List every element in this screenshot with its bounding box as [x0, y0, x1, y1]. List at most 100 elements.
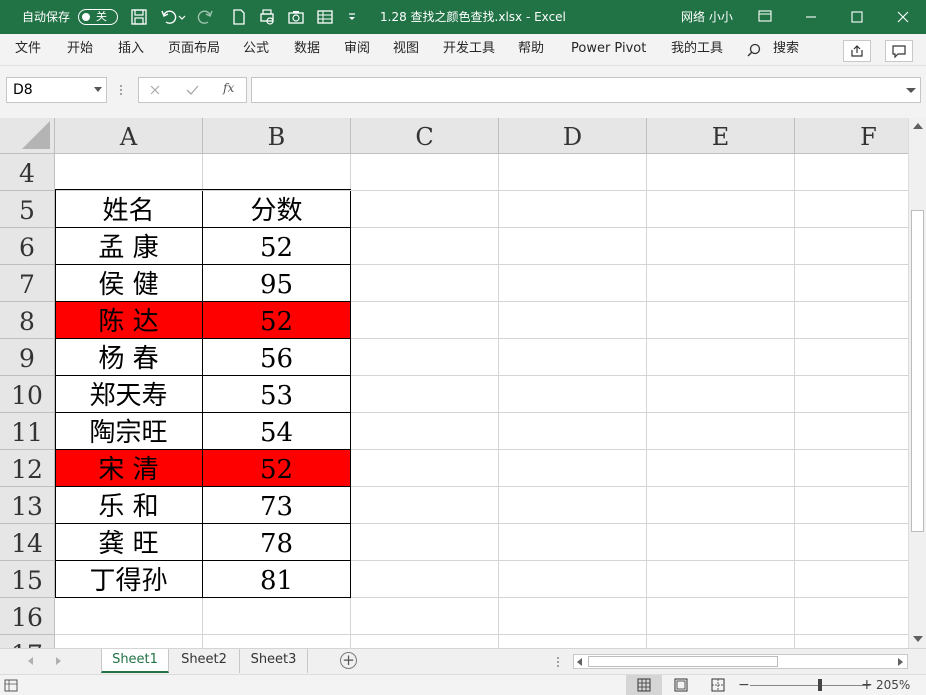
cell-d5[interactable] — [499, 191, 647, 228]
cell-c13[interactable] — [351, 487, 499, 524]
cell-e15[interactable] — [647, 561, 795, 598]
sheet-tab-sheet3[interactable]: Sheet3 — [240, 649, 308, 673]
cell-d13[interactable] — [499, 487, 647, 524]
cell-d10[interactable] — [499, 376, 647, 413]
tab-file[interactable]: 文件 — [15, 34, 41, 65]
tab-view[interactable]: 视图 — [393, 34, 419, 65]
cell-e12[interactable] — [647, 450, 795, 487]
cell-c10[interactable] — [351, 376, 499, 413]
cell-b11[interactable]: 54 — [203, 413, 351, 450]
cell-c5[interactable] — [351, 191, 499, 228]
cell-b14[interactable]: 78 — [203, 524, 351, 561]
row-header[interactable]: 10 — [0, 376, 55, 413]
cell-b5[interactable]: 分数 — [203, 191, 351, 228]
user-name[interactable]: 网络 小小 — [681, 0, 733, 34]
scroll-thumb[interactable] — [911, 210, 924, 532]
cell-d17[interactable] — [499, 635, 647, 648]
tab-my-tools[interactable]: 我的工具 — [671, 34, 723, 65]
cell-f12[interactable] — [795, 450, 908, 487]
close-icon[interactable] — [880, 0, 926, 34]
cell-b9[interactable]: 56 — [203, 339, 351, 376]
prev-sheet-icon[interactable] — [28, 657, 33, 665]
row-header[interactable]: 15 — [0, 561, 55, 598]
row-header[interactable]: 7 — [0, 265, 55, 302]
cell-a8[interactable]: 陈 达 — [55, 302, 203, 339]
autosave-toggle[interactable]: 关 — [78, 9, 118, 25]
scroll-right-icon[interactable] — [898, 658, 903, 666]
share-button[interactable] — [843, 40, 871, 62]
minimize-icon[interactable] — [788, 0, 834, 34]
tab-formulas[interactable]: 公式 — [243, 34, 269, 65]
cell-f13[interactable] — [795, 487, 908, 524]
cell-f11[interactable] — [795, 413, 908, 450]
cell-d15[interactable] — [499, 561, 647, 598]
cell-f7[interactable] — [795, 265, 908, 302]
cell-c12[interactable] — [351, 450, 499, 487]
cell-b7[interactable]: 95 — [203, 265, 351, 302]
cell-a7[interactable]: 侯 健 — [55, 265, 203, 302]
cell-f8[interactable] — [795, 302, 908, 339]
cell-a5[interactable]: 姓名 — [55, 191, 203, 228]
cell-d8[interactable] — [499, 302, 647, 339]
redo-icon[interactable] — [196, 8, 214, 26]
insert-function-button[interactable]: fx — [223, 81, 234, 95]
expand-formula-icon[interactable] — [906, 88, 916, 93]
scroll-down-icon[interactable] — [913, 636, 923, 642]
cell-b13[interactable]: 73 — [203, 487, 351, 524]
cell-c4[interactable] — [351, 154, 499, 191]
cell-a15[interactable]: 丁得孙 — [55, 561, 203, 598]
cell-f6[interactable] — [795, 228, 908, 265]
tab-developer[interactable]: 开发工具 — [443, 34, 495, 65]
row-header[interactable]: 4 — [0, 154, 55, 191]
comments-button[interactable] — [885, 40, 913, 62]
cell-d11[interactable] — [499, 413, 647, 450]
row-header[interactable]: 6 — [0, 228, 55, 265]
cell-b4[interactable] — [203, 154, 351, 191]
camera-icon[interactable] — [287, 8, 305, 26]
row-header[interactable]: 16 — [0, 598, 55, 635]
cell-c11[interactable] — [351, 413, 499, 450]
zoom-level[interactable]: 205% — [876, 675, 910, 695]
cell-e16[interactable] — [647, 598, 795, 635]
chevron-down-icon[interactable] — [94, 87, 102, 92]
horizontal-scroll-thumb[interactable] — [588, 656, 778, 667]
cell-e10[interactable] — [647, 376, 795, 413]
drag-handle-icon[interactable] — [118, 83, 124, 97]
select-all-button[interactable] — [0, 118, 55, 154]
search-icon[interactable] — [747, 43, 761, 57]
column-header-f[interactable]: F — [795, 118, 908, 154]
cell-f14[interactable] — [795, 524, 908, 561]
tab-insert[interactable]: 插入 — [118, 34, 144, 65]
column-header-d[interactable]: D — [499, 118, 647, 154]
cell-b8[interactable]: 52 — [203, 302, 351, 339]
cell-d4[interactable] — [499, 154, 647, 191]
cell-b15[interactable]: 81 — [203, 561, 351, 598]
cell-d7[interactable] — [499, 265, 647, 302]
macro-record-icon[interactable] — [4, 679, 18, 692]
cell-e9[interactable] — [647, 339, 795, 376]
row-header[interactable]: 17 — [0, 635, 55, 648]
cell-d14[interactable] — [499, 524, 647, 561]
cell-d9[interactable] — [499, 339, 647, 376]
vertical-scrollbar[interactable] — [908, 118, 926, 648]
row-header[interactable]: 5 — [0, 191, 55, 228]
cell-f9[interactable] — [795, 339, 908, 376]
scroll-left-icon[interactable] — [577, 658, 582, 666]
row-header[interactable]: 12 — [0, 450, 55, 487]
search-label[interactable]: 搜索 — [773, 34, 799, 65]
zoom-slider[interactable] — [750, 685, 870, 686]
cell-f16[interactable] — [795, 598, 908, 635]
cell-e7[interactable] — [647, 265, 795, 302]
cell-e6[interactable] — [647, 228, 795, 265]
cell-a6[interactable]: 孟 康 — [55, 228, 203, 265]
cell-f15[interactable] — [795, 561, 908, 598]
undo-dropdown-icon[interactable] — [178, 8, 186, 26]
row-header[interactable]: 11 — [0, 413, 55, 450]
cancel-icon[interactable] — [149, 84, 161, 96]
horizontal-scrollbar[interactable] — [573, 654, 908, 669]
cell-b6[interactable]: 52 — [203, 228, 351, 265]
cell-e4[interactable] — [647, 154, 795, 191]
formula-input[interactable] — [251, 77, 921, 103]
cell-c15[interactable] — [351, 561, 499, 598]
cell-a11[interactable]: 陶宗旺 — [55, 413, 203, 450]
